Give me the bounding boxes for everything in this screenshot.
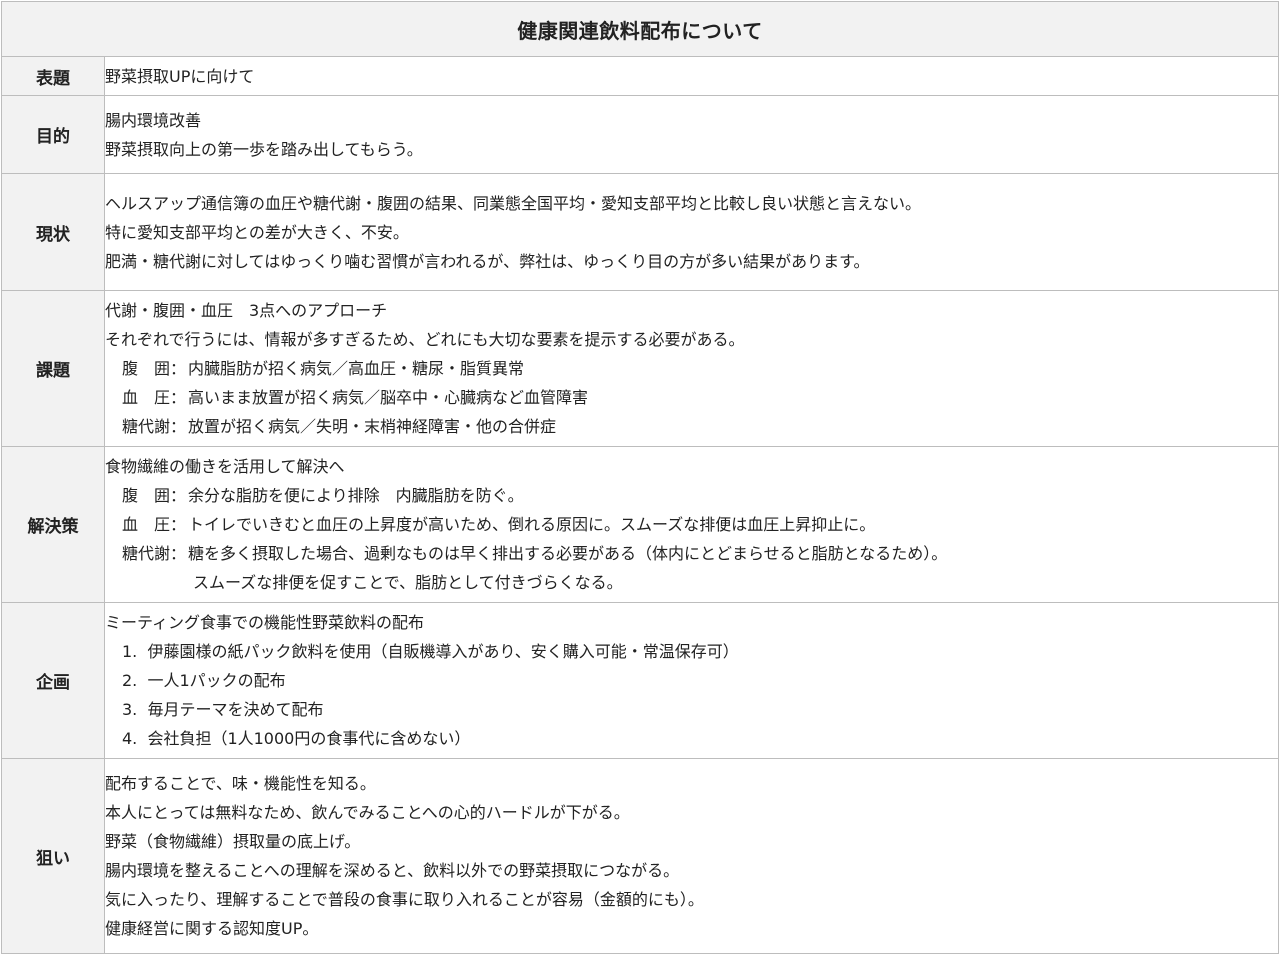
row-content-issues: 代謝・腹囲・血圧 3点へのアプローチ それぞれで行うには、情報が多すぎるため、ど… <box>104 290 1279 447</box>
table-row: 企画 ミーティング食事での機能性野菜飲料の配布 1. 伊藤園様の紙パック飲料を使… <box>1 602 1279 759</box>
table-row: 狙い 配布することで、味・機能性を知る。 本人にとっては無料なため、飲んでみるこ… <box>1 758 1279 954</box>
solution-item-tag: 糖代謝： <box>122 544 187 563</box>
row-label-aim: 狙い <box>1 758 105 954</box>
content-line: 野菜（食物繊維）摂取量の底上げ。 <box>105 832 361 851</box>
table-row: 解決策 食物繊維の働きを活用して解決へ 腹 囲： 余分な脂肪を便により排除 内臓脂… <box>1 446 1279 603</box>
row-label-purpose: 目的 <box>1 95 105 174</box>
content-line: 健康経営に関する認知度UP。 <box>105 919 319 938</box>
content-line: 気に入ったり、理解することで普段の食事に取り入れることが容易（金額的にも）。 <box>105 890 704 909</box>
content-line: 腸内環境改善 <box>105 110 202 130</box>
issue-item: 血 圧： 高いまま放置が招く病気／脳卒中・心臓病など血管障害 <box>105 383 1278 412</box>
numbered-item: 3. 毎月テーマを決めて配布 <box>122 700 324 719</box>
solution-item: 糖代謝： 糖を多く摂取した場合、過剰なものは早く排出する必要がある（体内にとどまら… <box>105 539 1278 568</box>
solution-item-text: 糖を多く摂取した場合、過剰なものは早く排出する必要がある（体内にとどまらせると脂… <box>188 544 948 563</box>
issue-item-tag: 血 圧： <box>122 388 187 407</box>
content-line: 代謝・腹囲・血圧 3点へのアプローチ <box>105 301 388 320</box>
solution-item-tag: 腹 囲： <box>122 486 187 505</box>
content-line: 腸内環境を整えることへの理解を深めると、飲料以外での野菜摂取につながる。 <box>105 861 680 880</box>
content-line: それぞれで行うには、情報が多すぎるため、どれにも大切な要素を提示する必要がある。 <box>105 330 745 349</box>
solution-continuation: スムーズな排便を促すことで、脂肪として付きづらくなる。 <box>193 573 623 592</box>
content-line: ヘルスアップ通信簿の血圧や糖代謝・腹囲の結果、同業態全国平均・愛知支部平均と比較… <box>105 193 922 213</box>
row-label-solution: 解決策 <box>1 446 105 603</box>
numbered-item: 2. 一人1パックの配布 <box>122 671 286 690</box>
solution-item: 血 圧： トイレでいきむと血圧の上昇度が高いため、倒れる原因に。スムーズな排便は血… <box>105 510 1278 539</box>
document-title: 健康関連飲料配布について <box>1 1 1279 57</box>
content-line: 野菜摂取UPに向けて <box>105 66 255 86</box>
solution-item-text: トイレでいきむと血圧の上昇度が高いため、倒れる原因に。スムーズな排便は血圧上昇抑… <box>188 515 876 534</box>
issue-item-tag: 糖代謝： <box>122 417 187 436</box>
row-label-subject: 表題 <box>1 56 105 96</box>
row-content-plan: ミーティング食事での機能性野菜飲料の配布 1. 伊藤園様の紙パック飲料を使用（自… <box>104 602 1279 759</box>
row-content-subject: 野菜摂取UPに向けて <box>104 56 1279 96</box>
document-table: 健康関連飲料配布について 表題 野菜摂取UPに向けて 目的 腸内環境改善 野菜摂… <box>1 1 1279 954</box>
content-line: 配布することで、味・機能性を知る。 <box>105 774 376 793</box>
row-content-purpose: 腸内環境改善 野菜摂取向上の第一歩を踏み出してもらう。 <box>104 95 1279 174</box>
content-line: 食物繊維の働きを活用して解決へ <box>105 457 345 476</box>
issue-item-text: 内臓脂肪が招く病気／高血圧・糖尿・脂質異常 <box>188 359 525 378</box>
row-label-issues: 課題 <box>1 290 105 447</box>
numbered-item: 4. 会社負担（1人1000円の食事代に含めない） <box>122 729 471 748</box>
table-row: 目的 腸内環境改善 野菜摂取向上の第一歩を踏み出してもらう。 <box>1 95 1279 174</box>
numbered-item: 1. 伊藤園様の紙パック飲料を使用（自販機導入があり、安く購入可能・常温保存可） <box>122 642 739 661</box>
solution-item-tag: 血 圧： <box>122 515 187 534</box>
issue-item: 糖代謝： 放置が招く病気／失明・末梢神経障害・他の合併症 <box>105 412 1278 441</box>
row-content-current-status: ヘルスアップ通信簿の血圧や糖代謝・腹囲の結果、同業態全国平均・愛知支部平均と比較… <box>104 173 1279 291</box>
row-content-aim: 配布することで、味・機能性を知る。 本人にとっては無料なため、飲んでみることへの… <box>104 758 1279 954</box>
table-row: 課題 代謝・腹囲・血圧 3点へのアプローチ それぞれで行うには、情報が多すぎるた… <box>1 290 1279 447</box>
content-line: 野菜摂取向上の第一歩を踏み出してもらう。 <box>105 139 423 159</box>
content-line: ミーティング食事での機能性野菜飲料の配布 <box>105 613 425 632</box>
row-label-current-status: 現状 <box>1 173 105 291</box>
table-row: 表題 野菜摂取UPに向けて <box>1 56 1279 96</box>
issue-item-tag: 腹 囲： <box>122 359 187 378</box>
issue-item-text: 高いまま放置が招く病気／脳卒中・心臓病など血管障害 <box>188 388 589 407</box>
content-line: 特に愛知支部平均との差が大きく、不安。 <box>105 222 409 242</box>
title-row: 健康関連飲料配布について <box>1 1 1279 57</box>
table-row: 現状 ヘルスアップ通信簿の血圧や糖代謝・腹囲の結果、同業態全国平均・愛知支部平均… <box>1 173 1279 291</box>
content-line: 肥満・糖代謝に対してはゆっくり噛む習慣が言われるが、弊社は、ゆっくり目の方が多い… <box>105 251 870 271</box>
solution-item: 腹 囲： 余分な脂肪を便により排除 内臓脂肪を防ぐ。 <box>105 481 1278 510</box>
issue-item-text: 放置が招く病気／失明・末梢神経障害・他の合併症 <box>188 417 557 436</box>
row-label-plan: 企画 <box>1 602 105 759</box>
solution-item-text: 余分な脂肪を便により排除 内臓脂肪を防ぐ。 <box>188 486 524 505</box>
content-line: 本人にとっては無料なため、飲んでみることへの心的ハードルが下がる。 <box>105 803 630 822</box>
row-content-solution: 食物繊維の働きを活用して解決へ 腹 囲： 余分な脂肪を便により排除 内臓脂肪を防ぐ… <box>104 446 1279 603</box>
issue-item: 腹 囲： 内臓脂肪が招く病気／高血圧・糖尿・脂質異常 <box>105 354 1278 383</box>
